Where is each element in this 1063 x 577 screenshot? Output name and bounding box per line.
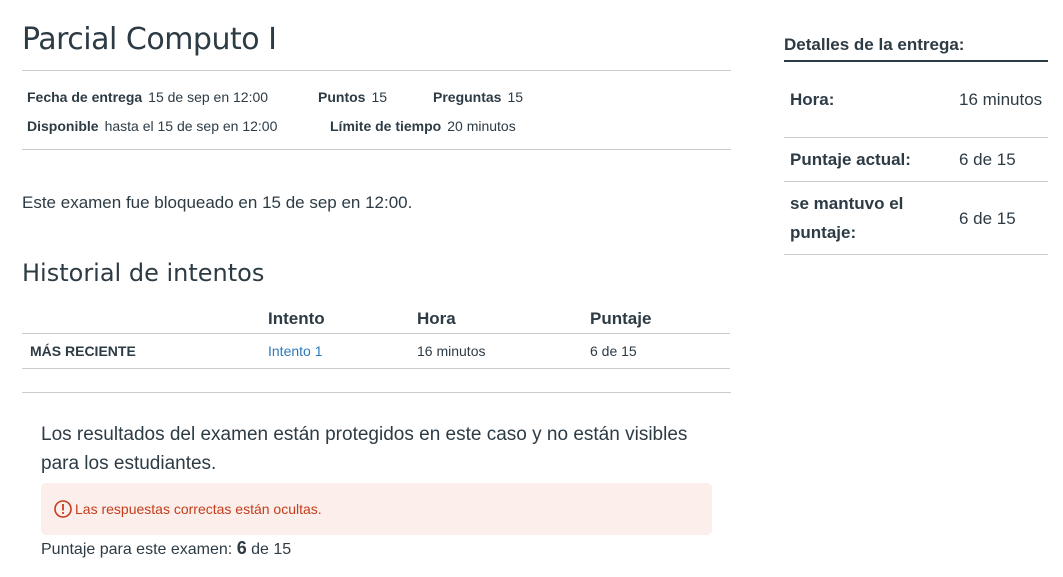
available: Disponible hasta el 15 de sep en 12:00 [27, 118, 330, 134]
details-row-kept-score: se mantuvo el puntaje: 6 de 15 [784, 181, 1048, 255]
col-header-time: Hora [417, 303, 590, 334]
alert-text: Las respuestas correctas están ocultas. [75, 501, 322, 517]
due-date: Fecha de entrega 15 de sep en 12:00 [27, 89, 318, 105]
details-current-score-value: 6 de 15 [958, 137, 1048, 182]
questions: Preguntas 15 [433, 89, 523, 105]
points-value: 15 [371, 89, 388, 105]
due-value: 15 de sep en 12:00 [148, 89, 269, 105]
available-value: hasta el 15 de sep en 12:00 [104, 118, 278, 134]
details-title: Detalles de la entrega: [784, 34, 1048, 62]
page-title: Parcial Computo I [22, 22, 277, 57]
details-kept-score-label: se mantuvo el puntaje: [784, 181, 958, 255]
history-title: Historial de intentos [22, 259, 265, 287]
score-suffix: de 15 [246, 541, 292, 558]
details-time-label: Hora: [784, 62, 958, 138]
warning-circle-icon [54, 500, 72, 518]
details-kept-score-value: 6 de 15 [958, 181, 1048, 255]
questions-label: Preguntas [433, 89, 502, 105]
details-time-value: 16 minutos [958, 62, 1048, 138]
table-row: MÁS RECIENTE Intento 1 16 minutos 6 de 1… [22, 333, 730, 369]
meta-row-2: Disponible hasta el 15 de sep en 12:00 Lí… [27, 118, 516, 134]
score-cell: 6 de 15 [590, 333, 730, 369]
time-limit: Límite de tiempo 20 minutos [330, 118, 516, 134]
details-current-score-label: Puntaje actual: [784, 137, 958, 182]
attempt-cell: Intento 1 [268, 333, 417, 369]
questions-value: 15 [507, 89, 524, 105]
protected-message: Los resultados del examen están protegid… [41, 424, 688, 474]
lock-message: Este examen fue bloqueado en 15 de sep e… [22, 193, 413, 212]
available-label: Disponible [27, 118, 99, 134]
section-divider [22, 392, 731, 393]
quiz-score-line: Puntaje para este examen: 6 de 15 [41, 538, 291, 559]
attempt-history-table: Intento Hora Puntaje MÁS RECIENTE Intent… [22, 303, 730, 369]
details-row-current-score: Puntaje actual: 6 de 15 [784, 137, 1048, 182]
points: Puntos 15 [318, 89, 433, 105]
answers-hidden-alert: Las respuestas correctas están ocultas. [41, 483, 712, 535]
attempt-link[interactable]: Intento 1 [268, 343, 323, 359]
time-cell: 16 minutos [417, 333, 590, 369]
col-header-attempt: Intento [268, 303, 417, 334]
time-limit-value: 20 minutos [447, 118, 516, 134]
col-header-empty [22, 303, 268, 334]
table-header-row: Intento Hora Puntaje [22, 303, 730, 334]
time-limit-label: Límite de tiempo [330, 118, 442, 134]
col-header-score: Puntaje [590, 303, 730, 334]
score-prefix: Puntaje para este examen: [41, 541, 237, 558]
score-value: 6 [236, 538, 247, 558]
points-label: Puntos [318, 89, 366, 105]
meta-row-1: Fecha de entrega 15 de sep en 12:00 Punto… [27, 89, 523, 105]
submission-details: Detalles de la entrega: Hora: 16 minutos… [784, 34, 1048, 255]
quiz-meta: Fecha de entrega 15 de sep en 12:00 Punto… [22, 70, 731, 150]
due-label: Fecha de entrega [27, 89, 143, 105]
row-label: MÁS RECIENTE [22, 333, 268, 369]
details-row-time: Hora: 16 minutos [784, 62, 1048, 138]
details-table: Hora: 16 minutos Puntaje actual: 6 de 15… [784, 62, 1048, 255]
